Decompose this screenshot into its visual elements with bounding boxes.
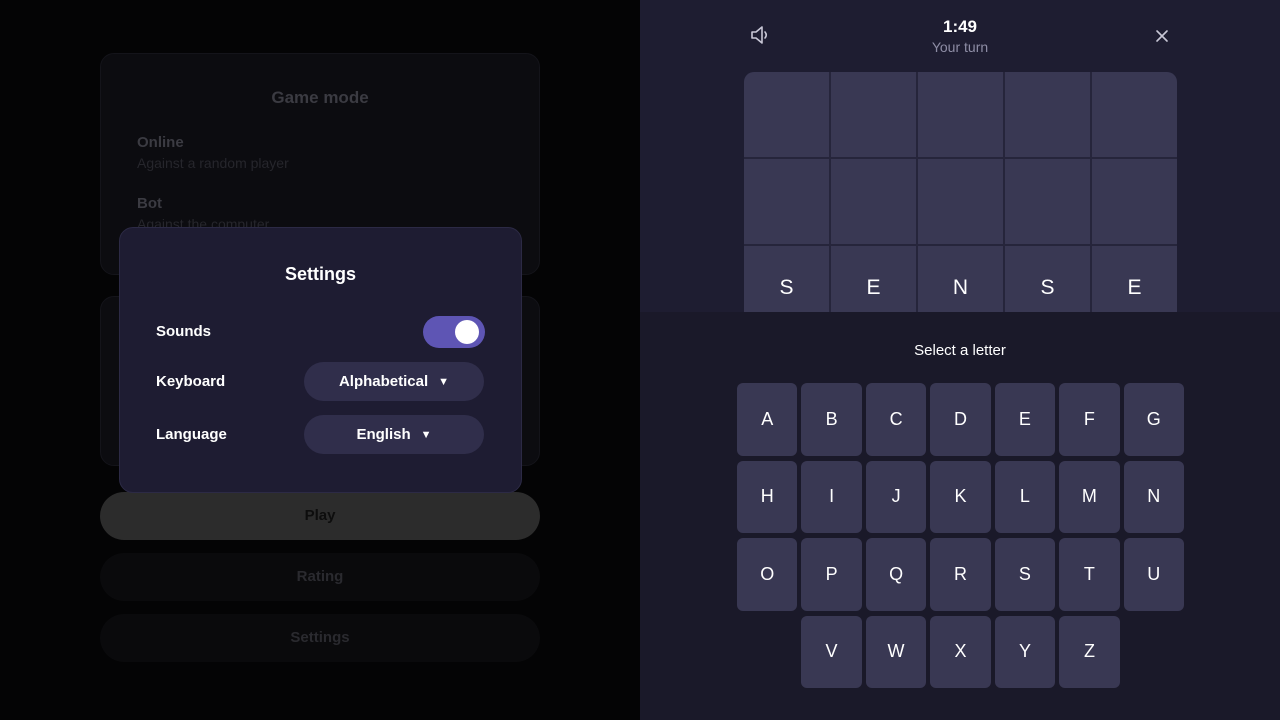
board-area: 1:49 Your turn SENSE (640, 0, 1280, 312)
letter-key[interactable]: C (865, 383, 927, 456)
keyboard-row: ABCDEFG (737, 383, 1184, 456)
mode-option-title: Bot (137, 195, 162, 212)
settings-dialog: Settings Sounds Keyboard Alphabetical ▼ … (119, 227, 522, 493)
letter-key[interactable]: X (930, 615, 991, 688)
keyboard-row: VWXYZ (737, 615, 1184, 688)
letter-key[interactable]: K (930, 460, 991, 533)
settings-button[interactable]: Settings (100, 614, 540, 662)
chevron-down-icon: ▼ (438, 375, 450, 388)
keyboard-select-value: Alphabetical (338, 373, 429, 390)
keyboard-row: HIJKLMN (737, 460, 1184, 533)
word-board: SENSE (744, 72, 1177, 312)
letter-key[interactable]: B (801, 383, 862, 456)
board-cell (918, 72, 1003, 157)
mode-option-title: Online (137, 134, 184, 151)
letter-key[interactable]: W (865, 615, 927, 688)
letter-keyboard: ABCDEFGHIJKLMNOPQRSTUVWXYZ (737, 383, 1184, 693)
letter-key[interactable]: Q (865, 538, 927, 611)
board-cell: S (1005, 246, 1090, 312)
letter-key[interactable]: V (801, 615, 862, 688)
letter-key[interactable]: R (930, 538, 991, 611)
letter-key[interactable]: N (1123, 460, 1184, 533)
letter-key[interactable]: J (865, 460, 927, 533)
board-cell (744, 159, 829, 244)
play-button[interactable]: Play (100, 492, 540, 540)
board-cell (1092, 159, 1177, 244)
keyboard-row: OPQRSTU (737, 538, 1184, 611)
sounds-toggle[interactable] (423, 316, 485, 348)
letter-key[interactable]: P (801, 538, 862, 611)
keyboard-label: Keyboard (156, 373, 226, 390)
language-select[interactable]: English ▼ (304, 415, 484, 454)
toggle-knob (455, 320, 479, 344)
board-cell (1005, 72, 1090, 157)
letter-key[interactable]: D (930, 383, 991, 456)
language-select-value: English (356, 426, 411, 443)
letter-key[interactable]: S (994, 538, 1056, 611)
language-label: Language (156, 426, 227, 443)
board-cell: N (918, 246, 1003, 312)
board-cell (744, 72, 829, 157)
keyboard-select[interactable]: Alphabetical ▼ (304, 362, 484, 401)
board-cell: S (744, 246, 829, 312)
board-cell (1092, 72, 1177, 157)
letter-key[interactable]: U (1123, 538, 1184, 611)
letter-key[interactable]: G (1123, 383, 1184, 456)
letter-key[interactable]: O (737, 538, 798, 611)
board-cell (831, 159, 916, 244)
letter-key[interactable]: Y (994, 615, 1056, 688)
menu-panel: Game mode Online Against a random player… (0, 0, 640, 720)
letter-key[interactable]: F (1059, 383, 1120, 456)
sounds-label: Sounds (156, 323, 211, 340)
rating-button[interactable]: Rating (100, 553, 540, 601)
game-panel: 1:49 Your turn SENSE Select a letter ABC… (640, 0, 1280, 720)
close-icon[interactable] (1152, 26, 1172, 46)
letter-key[interactable]: H (737, 460, 798, 533)
board-cell (918, 159, 1003, 244)
mode-option-subtitle: Against a random player (137, 155, 289, 171)
board-cell (1005, 159, 1090, 244)
letter-key[interactable]: T (1059, 538, 1120, 611)
letter-key[interactable]: L (994, 460, 1056, 533)
board-cell (831, 72, 916, 157)
mode-option-online[interactable]: Online Against a random player (137, 134, 289, 171)
board-cell: E (1092, 246, 1177, 312)
timer: 1:49 (942, 17, 978, 36)
letter-key[interactable]: M (1059, 460, 1120, 533)
turn-status: Your turn (931, 39, 989, 55)
select-letter-prompt: Select a letter (914, 342, 1006, 359)
letter-key[interactable]: A (737, 383, 798, 456)
letter-key[interactable]: I (801, 460, 862, 533)
chevron-down-icon: ▼ (420, 428, 432, 441)
board-cell: E (831, 246, 916, 312)
settings-title: Settings (284, 264, 356, 284)
game-mode-title: Game mode (271, 88, 369, 107)
letter-key[interactable]: E (994, 383, 1056, 456)
letter-key[interactable]: Z (1059, 615, 1120, 688)
